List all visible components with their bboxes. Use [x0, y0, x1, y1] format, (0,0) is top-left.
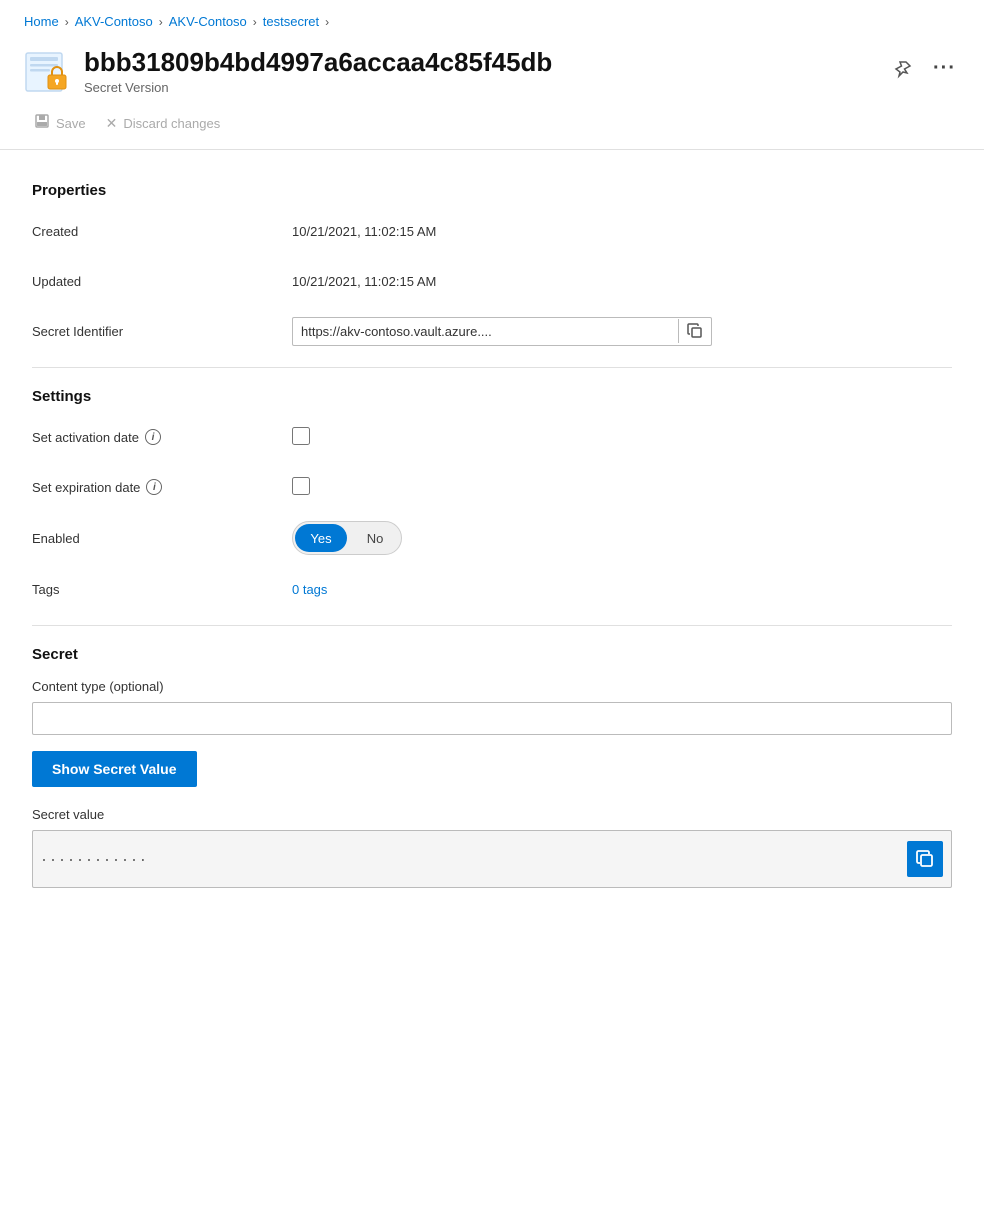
section-divider-1	[32, 367, 952, 368]
copy-identifier-button[interactable]	[678, 319, 711, 343]
page-subtitle: Secret Version	[84, 80, 875, 95]
save-icon	[34, 113, 50, 133]
expiration-info-icon[interactable]: i	[146, 479, 162, 495]
more-icon: ···	[933, 57, 956, 80]
activation-info-icon[interactable]: i	[145, 429, 161, 445]
toggle-yes[interactable]: Yes	[295, 524, 347, 552]
breadcrumb-sep-1: ›	[65, 15, 69, 29]
breadcrumb-sep-2: ›	[159, 15, 163, 29]
enabled-row: Enabled Yes No	[32, 521, 952, 555]
tags-row: Tags 0 tags	[32, 573, 952, 605]
discard-button[interactable]: ✕ Discard changes	[96, 109, 231, 138]
discard-label: Discard changes	[123, 116, 220, 131]
activation-checkbox[interactable]	[292, 427, 310, 445]
identifier-label: Secret Identifier	[32, 324, 292, 339]
breadcrumb-testsecret[interactable]: testsecret	[263, 14, 319, 29]
more-options-button[interactable]: ···	[929, 53, 960, 84]
header-title-block: bbb31809b4bd4997a6accaa4c85f45db Secret …	[84, 47, 875, 95]
section-divider-2	[32, 625, 952, 626]
activation-label: Set activation date i	[32, 429, 292, 445]
toolbar: Save ✕ Discard changes	[0, 95, 984, 150]
created-label: Created	[32, 224, 292, 239]
activation-checkbox-wrap	[292, 427, 952, 448]
content-type-input[interactable]	[32, 702, 952, 735]
identifier-input[interactable]	[293, 318, 678, 345]
breadcrumb-sep-4: ›	[325, 15, 329, 29]
expiration-checkbox-wrap	[292, 477, 952, 498]
toggle-no[interactable]: No	[349, 522, 401, 554]
tags-link[interactable]: 0 tags	[292, 582, 327, 597]
identifier-row: Secret Identifier	[32, 315, 952, 347]
breadcrumb-akv1[interactable]: AKV-Contoso	[75, 14, 153, 29]
copy-secret-button[interactable]	[907, 841, 943, 877]
tags-label: Tags	[32, 582, 292, 597]
main-content: Properties Created 10/21/2021, 11:02:15 …	[0, 150, 984, 912]
pin-button[interactable]	[889, 55, 917, 83]
updated-label: Updated	[32, 274, 292, 289]
secret-dots: ············	[41, 849, 907, 870]
tags-value: 0 tags	[292, 582, 952, 597]
content-type-label: Content type (optional)	[32, 679, 292, 694]
discard-icon: ✕	[106, 115, 118, 132]
updated-value: 10/21/2021, 11:02:15 AM	[292, 274, 952, 289]
enabled-toggle[interactable]: Yes No	[292, 521, 402, 555]
created-row: Created 10/21/2021, 11:02:15 AM	[32, 215, 952, 247]
enabled-toggle-wrap: Yes No	[292, 521, 952, 555]
show-secret-value-button[interactable]: Show Secret Value	[32, 751, 197, 787]
page-header: bbb31809b4bd4997a6accaa4c85f45db Secret …	[0, 39, 984, 95]
save-label: Save	[56, 116, 86, 131]
created-value: 10/21/2021, 11:02:15 AM	[292, 224, 952, 239]
save-button[interactable]: Save	[24, 107, 96, 139]
enabled-label: Enabled	[32, 531, 292, 546]
secret-value-wrap: ············	[32, 830, 952, 888]
show-secret-label: Show Secret Value	[52, 761, 177, 777]
secret-version-icon	[24, 49, 70, 95]
header-actions: ···	[889, 53, 960, 84]
identifier-input-wrap	[292, 317, 712, 346]
secret-value-label: Secret value	[32, 807, 292, 822]
copy-secret-icon	[916, 850, 934, 868]
copy-icon	[687, 323, 703, 339]
secret-section-title: Secret	[32, 646, 952, 663]
identifier-value-wrap	[292, 317, 952, 346]
properties-section-title: Properties	[32, 182, 952, 199]
breadcrumb-home[interactable]: Home	[24, 14, 59, 29]
settings-section-title: Settings	[32, 388, 952, 405]
expiration-row: Set expiration date i	[32, 471, 952, 503]
expiration-label: Set expiration date i	[32, 479, 292, 495]
activation-row: Set activation date i	[32, 421, 952, 453]
page-title: bbb31809b4bd4997a6accaa4c85f45db	[84, 47, 875, 78]
breadcrumb: Home › AKV-Contoso › AKV-Contoso › tests…	[0, 0, 984, 39]
breadcrumb-sep-3: ›	[253, 15, 257, 29]
expiration-checkbox[interactable]	[292, 477, 310, 495]
breadcrumb-akv2[interactable]: AKV-Contoso	[169, 14, 247, 29]
updated-row: Updated 10/21/2021, 11:02:15 AM	[32, 265, 952, 297]
